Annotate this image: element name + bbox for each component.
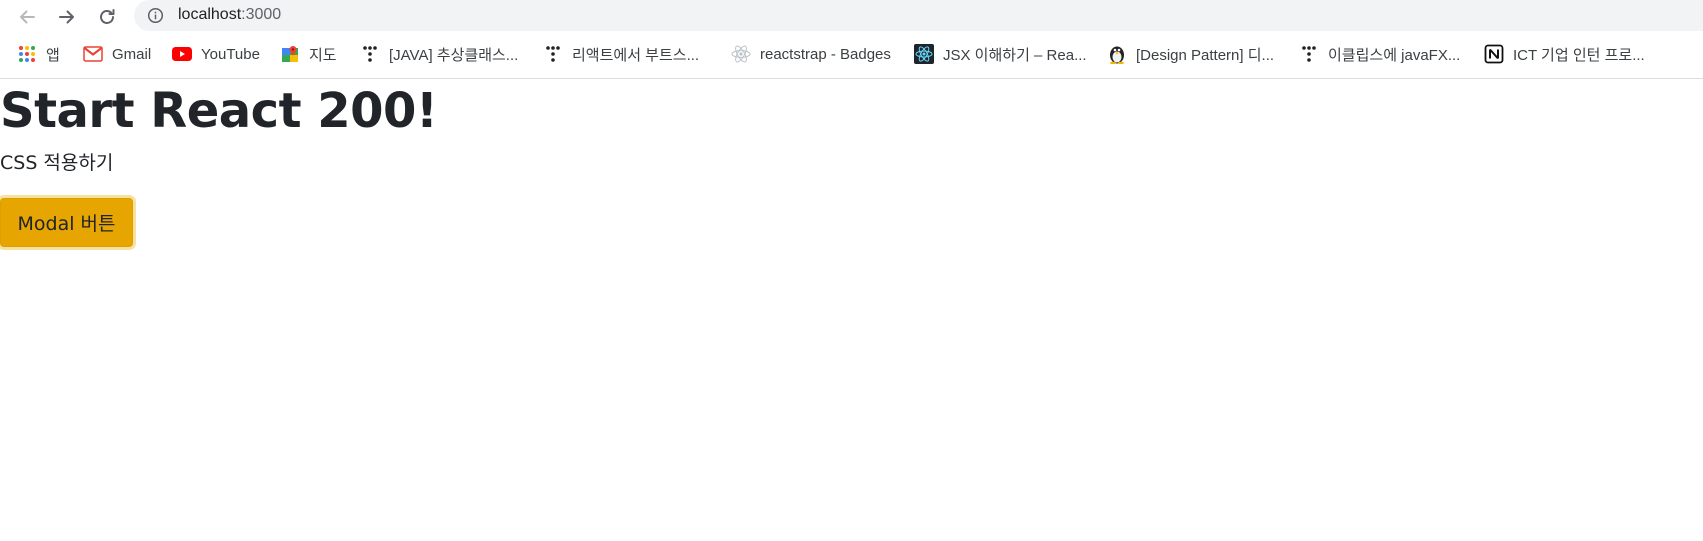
browser-toolbar: localhost:3000 (0, 0, 1703, 33)
bookmark-eclipse-javafx[interactable]: 이클립스에 javaFX... (1299, 43, 1460, 65)
bookmark-label: ICT 기업 인턴 프로... (1513, 46, 1645, 64)
bookmark-label: YouTube (201, 45, 260, 63)
bookmark-gmail[interactable]: Gmail (83, 43, 151, 65)
reload-button[interactable] (93, 3, 121, 31)
arrow-left-icon (20, 10, 35, 24)
forward-button[interactable] (53, 3, 81, 31)
bookmark-maps[interactable]: 지도 (280, 43, 337, 65)
bookmark-label: 리액트에서 부트스... (572, 46, 700, 64)
bookmark-label: [JAVA] 추상클래스... (389, 46, 519, 64)
bookmark-label: 이클립스에 javaFX... (1328, 46, 1461, 64)
bookmark-design-pattern[interactable]: [Design Pattern] 디... (1107, 43, 1274, 65)
arrow-right-icon (59, 10, 74, 24)
bookmark-label: [Design Pattern] 디... (1136, 46, 1275, 64)
youtube-icon (172, 44, 192, 64)
apps-grid-icon (17, 44, 37, 64)
bookmark-react-bootstrap[interactable]: 리액트에서 부트스... (543, 43, 699, 65)
modal-button[interactable]: Modal 버튼 (0, 198, 133, 247)
bookmark-label: JSX 이해하기 – Rea... (943, 46, 1087, 64)
bookmark-youtube[interactable]: YouTube (172, 43, 260, 65)
tistory-icon (360, 44, 380, 64)
bookmark-jsx[interactable]: JSX 이해하기 – Rea... (914, 43, 1087, 65)
bookmark-label: Gmail (112, 45, 152, 63)
url-host: localhost (178, 6, 242, 23)
url-text[interactable]: localhost:3000 (178, 6, 281, 24)
bookmark-reactstrap-badges[interactable]: reactstrap - Badges (731, 43, 891, 65)
bookmark-label: 지도 (309, 46, 337, 64)
penguin-icon (1107, 44, 1127, 64)
gmail-icon (83, 44, 103, 64)
tistory-icon (1299, 44, 1319, 64)
bookmark-label: reactstrap - Badges (760, 45, 891, 63)
react-icon (731, 44, 751, 64)
bookmark-ict-intern[interactable]: ICT 기업 인턴 프로... (1484, 43, 1645, 65)
back-button[interactable] (13, 3, 41, 31)
bookmark-java-abstract[interactable]: [JAVA] 추상클래스... (360, 43, 518, 65)
bookmarks-bar: 앱 Gmail YouTube 지도 [JAVA] 추상클래스... 리액트에서… (0, 38, 1703, 72)
url-port: :3000 (241, 6, 282, 23)
page-subtitle: CSS 적용하기 (0, 152, 114, 174)
toolbar-divider (0, 78, 1703, 79)
bookmark-label: 앱 (46, 46, 60, 64)
page-title: Start React 200! (0, 83, 438, 139)
bookmark-apps[interactable]: 앱 (17, 43, 60, 65)
tistory-icon (543, 44, 563, 64)
address-bar[interactable]: localhost:3000 (134, 0, 1703, 31)
notion-icon (1484, 44, 1504, 64)
maps-icon (280, 44, 300, 64)
info-icon[interactable] (147, 7, 164, 24)
reload-icon (100, 9, 115, 24)
react-dark-icon (914, 44, 934, 64)
